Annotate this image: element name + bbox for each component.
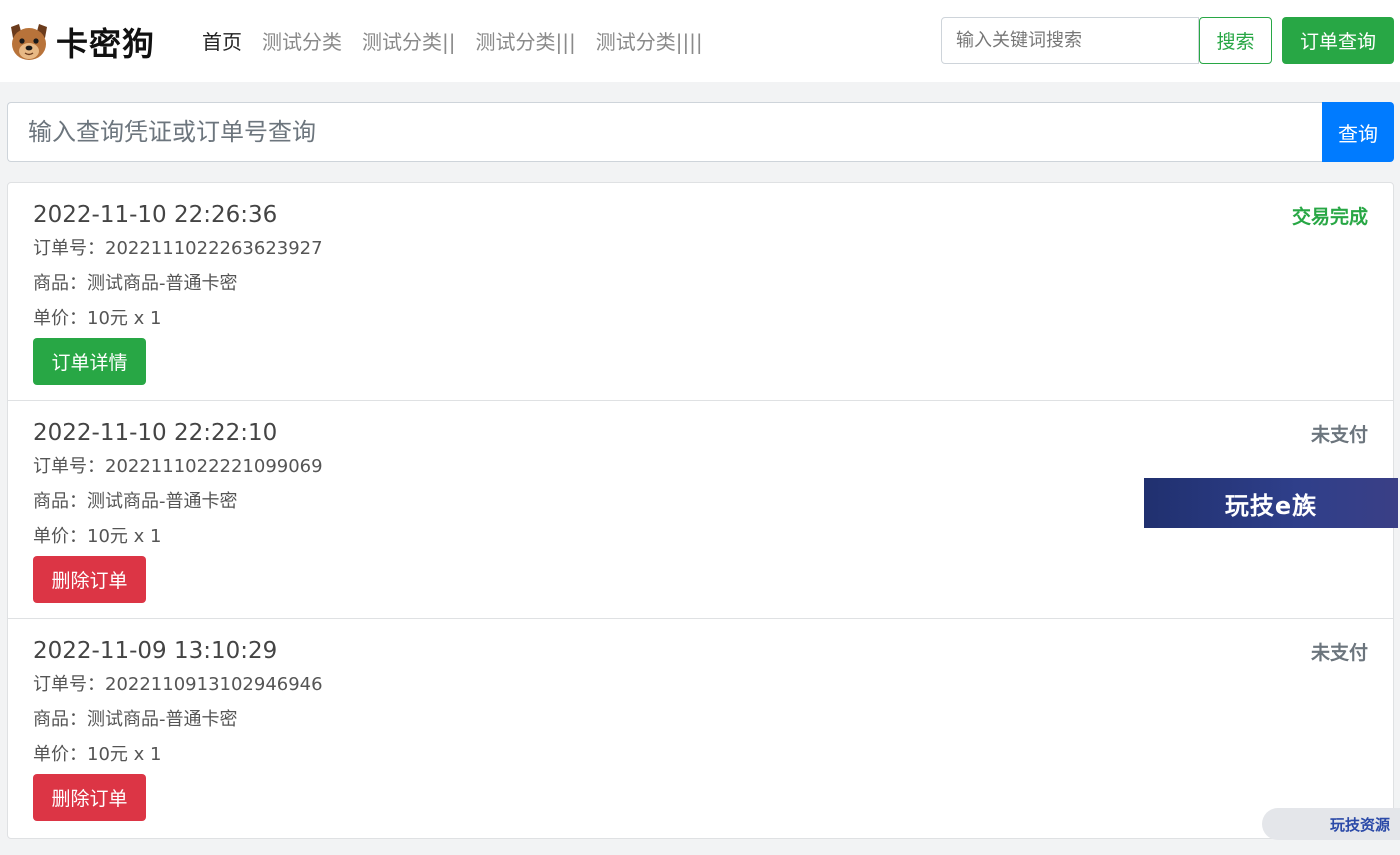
order-status-badge: 未支付 — [1310, 424, 1368, 446]
brand[interactable]: 卡密狗 — [8, 20, 155, 64]
order-price: 单价：10元 x 1 — [33, 526, 162, 547]
order-product: 商品：测试商品-普通卡密 — [33, 273, 238, 294]
order-number: 订单号：2022111022263623927 — [33, 238, 323, 259]
delete-order-button[interactable]: 删除订单 — [33, 774, 146, 821]
order-time: 2022-11-09 13:10:29 — [33, 638, 278, 664]
delete-order-button[interactable]: 删除订单 — [33, 556, 146, 603]
order-item: 2022-11-09 13:10:29 未支付 订单号：202211091310… — [8, 619, 1393, 838]
dog-face-icon — [11, 24, 47, 60]
order-status-badge: 交易完成 — [1291, 206, 1368, 228]
watermark-pill: 玩技资源 — [1262, 808, 1400, 840]
order-query-button[interactable]: 订单查询 — [1282, 17, 1394, 64]
order-time: 2022-11-10 22:22:10 — [33, 420, 278, 446]
nav-item-category-2[interactable]: 测试分类|| — [362, 28, 455, 56]
order-item: 2022-11-10 22:26:36 交易完成 订单号：20221110222… — [8, 183, 1393, 401]
order-product: 商品：测试商品-普通卡密 — [33, 491, 238, 512]
nav-item-category-3[interactable]: 测试分类||| — [475, 28, 575, 56]
keyword-search-input[interactable] — [941, 17, 1199, 64]
nav-item-category-1[interactable]: 测试分类 — [262, 28, 342, 56]
order-price: 单价：10元 x 1 — [33, 308, 162, 329]
order-number: 订单号：2022110913102946946 — [33, 674, 323, 695]
order-query-input[interactable] — [7, 102, 1323, 162]
main-nav: 首页 测试分类 测试分类|| 测试分类||| 测试分类|||| — [202, 28, 723, 56]
order-status-badge: 未支付 — [1310, 642, 1368, 664]
order-number: 订单号：2022111022221099069 — [33, 456, 323, 477]
order-time: 2022-11-10 22:26:36 — [33, 202, 278, 228]
top-navbar: 卡密狗 首页 测试分类 测试分类|| 测试分类||| 测试分类|||| 搜索 订… — [0, 0, 1400, 82]
order-product: 商品：测试商品-普通卡密 — [33, 709, 238, 730]
nav-item-home[interactable]: 首页 — [202, 28, 242, 56]
order-detail-button[interactable]: 订单详情 — [33, 338, 146, 385]
watermark-banner: 玩技e族 — [1144, 478, 1398, 528]
brand-name: 卡密狗 — [56, 25, 156, 63]
order-price: 单价：10元 x 1 — [33, 744, 162, 765]
query-button[interactable]: 查询 — [1322, 102, 1394, 162]
nav-item-category-4[interactable]: 测试分类|||| — [596, 28, 703, 56]
search-button[interactable]: 搜索 — [1199, 17, 1272, 64]
